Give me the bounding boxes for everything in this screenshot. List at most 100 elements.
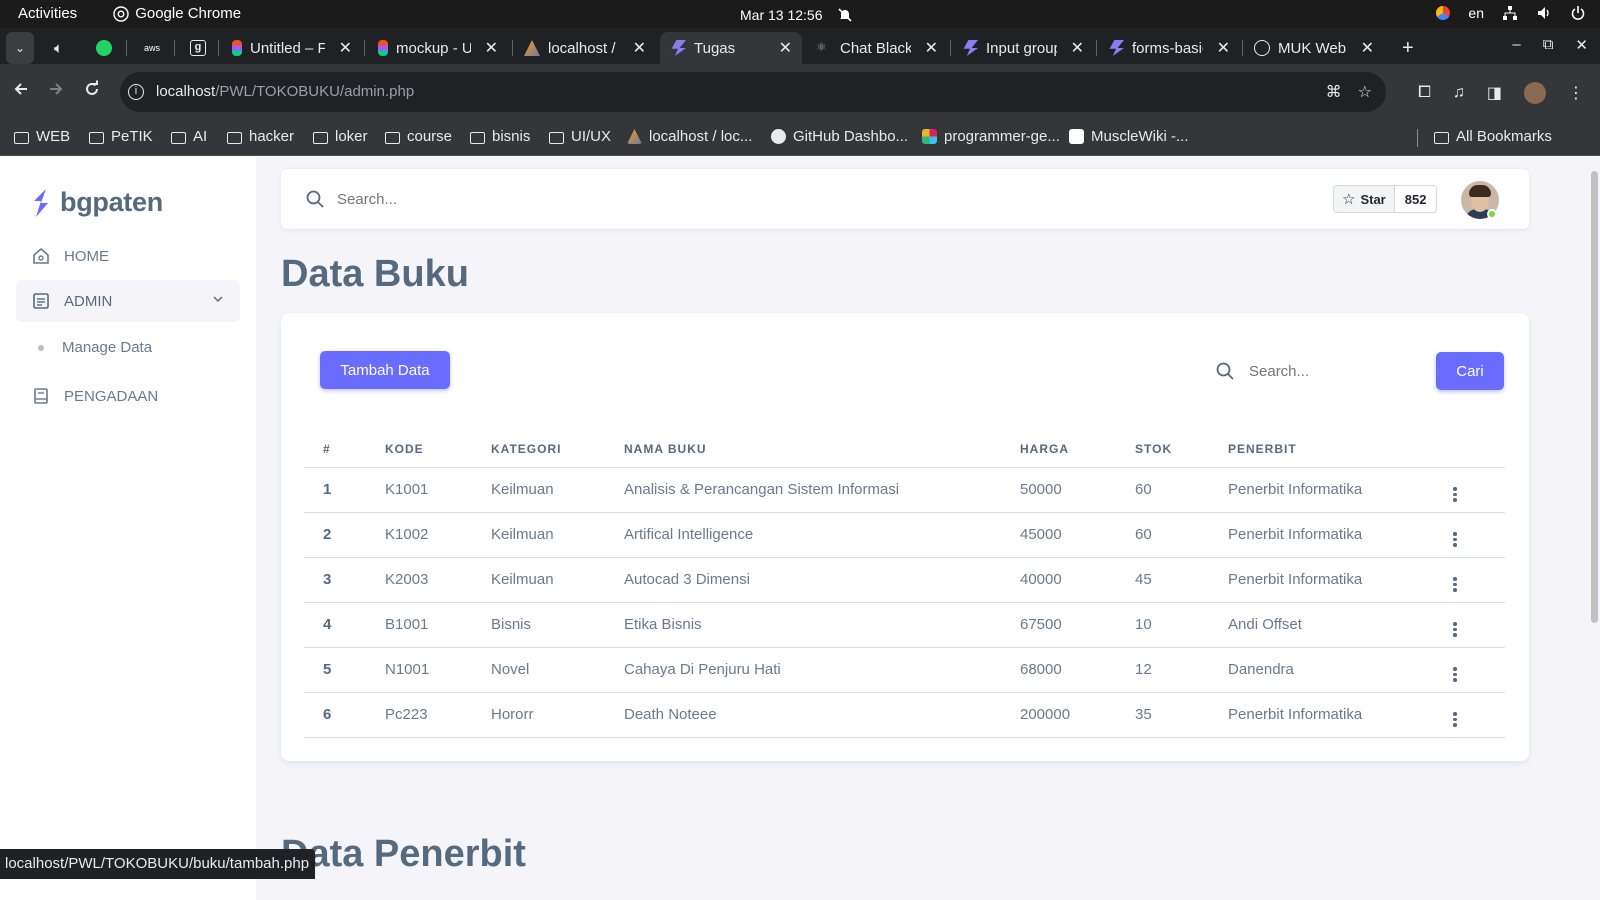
navbar-search-input[interactable] [337, 185, 577, 213]
more-menu-icon[interactable]: ⋮ [1568, 83, 1584, 103]
bookmark-github[interactable]: GitHub Dashbo... [771, 128, 908, 145]
tab-search-button[interactable]: ⌄ [6, 32, 34, 64]
tab-g[interactable]: g [180, 32, 216, 64]
more-vertical-icon[interactable] [1453, 532, 1457, 547]
close-icon[interactable]: ✕ [1071, 38, 1084, 58]
sidebar-item-label: PENGADAAN [64, 387, 159, 405]
bookmark-folder-course[interactable]: course [385, 128, 452, 145]
bookmark-folder-hacker[interactable]: hacker [227, 128, 294, 145]
close-icon[interactable]: ✕ [485, 38, 498, 58]
bookmark-musclewiki[interactable]: MuscleWiki -... [1069, 128, 1189, 145]
clock[interactable]: Mar 13 12:56 [740, 7, 853, 23]
sidebar-item-label: HOME [64, 247, 109, 265]
page-scrollbar[interactable] [1588, 157, 1600, 900]
network-icon[interactable] [1502, 5, 1518, 21]
tab-input-group[interactable]: Input group ✕ [952, 32, 1094, 64]
bookmarks-bar: WEB PeTIK AI hacker loker course bisnis … [0, 120, 1600, 156]
language-indicator[interactable]: en [1468, 5, 1484, 21]
sidebar-item-admin[interactable]: ADMIN [16, 280, 240, 322]
bookmark-star-icon[interactable]: ☆ [1358, 82, 1372, 102]
site-info-icon[interactable]: i [128, 84, 144, 100]
tab-forms-basic[interactable]: forms-basic ✕ [1098, 32, 1240, 64]
translate-icon[interactable]: ⌘ [1326, 82, 1342, 102]
column-header[interactable]: STOK [1135, 431, 1228, 468]
book-search-input[interactable] [1249, 357, 1429, 385]
close-icon[interactable]: ✕ [1361, 38, 1374, 58]
star-count[interactable]: 852 [1394, 186, 1437, 212]
app-menu[interactable]: Google Chrome [113, 5, 241, 22]
tab-chat-blackbox[interactable]: ⚛ Chat Blackb ✕ [806, 32, 948, 64]
table-row: 1 K1001 Keilmuan Analisis & Perancangan Sis… [304, 467, 1505, 513]
add-data-button[interactable]: Tambah Data [320, 351, 450, 389]
search-button[interactable]: Cari [1436, 352, 1504, 390]
bookmark-folder-petik[interactable]: PeTIK [89, 128, 153, 145]
more-vertical-icon[interactable] [1453, 667, 1457, 682]
tab-muk-web[interactable]: MUK Web ✕ [1244, 32, 1384, 64]
bookmark-folder-bisnis[interactable]: bisnis [470, 128, 530, 145]
back-button[interactable] [12, 80, 30, 103]
book-title: Autocad 3 Dimensi [624, 557, 1020, 603]
search-icon [1216, 362, 1234, 380]
bookmark-all-bookmarks[interactable]: All Bookmarks [1434, 128, 1552, 145]
column-header[interactable]: HARGA [1020, 431, 1135, 468]
bookmark-localhost[interactable]: localhost / loc... [627, 128, 752, 145]
sidebar-item-home[interactable]: HOME [16, 235, 240, 277]
close-icon[interactable]: ✕ [925, 38, 938, 58]
bookmark-programmer-generator[interactable]: programmer-ge... [922, 128, 1060, 145]
extensions-icon[interactable]: ⧠ [1418, 84, 1431, 102]
tab-mockup[interactable]: mockup - U ✕ [368, 32, 508, 64]
more-vertical-icon[interactable] [1453, 577, 1457, 592]
new-tab-button[interactable]: + [1392, 32, 1420, 64]
address-bar[interactable]: i localhost/PWL/TOKOBUKU/admin.php ⌘ ☆ [120, 72, 1386, 112]
tab-pinned-audio[interactable]: 🔈︎ [44, 32, 76, 64]
column-header[interactable]: NAMA BUKU [624, 431, 1020, 468]
column-header[interactable]: PENERBIT [1228, 431, 1453, 468]
profile-avatar[interactable] [1524, 82, 1546, 104]
more-vertical-icon[interactable] [1453, 487, 1457, 502]
close-icon[interactable]: ✕ [1217, 38, 1230, 58]
brand[interactable]: bgpaten [30, 187, 163, 218]
power-icon[interactable] [1570, 5, 1586, 21]
side-panel-icon[interactable]: ◨ [1487, 83, 1502, 103]
tab-untitled[interactable]: Untitled – F ✕ [222, 32, 362, 64]
close-icon[interactable]: ✕ [633, 38, 646, 58]
url-text[interactable]: localhost/PWL/TOKOBUKU/admin.php [156, 83, 414, 100]
github-star-widget[interactable]: ☆ Star 852 [1333, 185, 1438, 213]
reload-button[interactable] [83, 80, 101, 103]
bookmark-folder-ai[interactable]: AI [171, 128, 207, 145]
scrollbar-thumb[interactable] [1591, 171, 1598, 623]
bookmark-folder-loker[interactable]: loker [313, 128, 368, 145]
forward-button[interactable] [47, 80, 65, 103]
volume-icon[interactable] [1536, 5, 1552, 21]
more-vertical-icon[interactable] [1453, 622, 1457, 637]
book-price: 67500 [1020, 602, 1135, 648]
close-window-icon[interactable]: ✕ [1575, 36, 1588, 54]
sidebar-subitem-manage-data[interactable]: Manage Data [38, 339, 152, 356]
sidebar-item-pengadaan[interactable]: PENGADAAN [16, 375, 240, 417]
browser-toolbar: i localhost/PWL/TOKOBUKU/admin.php ⌘ ☆ ⧠… [0, 64, 1600, 120]
bookmark-folder-web[interactable]: WEB [14, 128, 70, 145]
minimize-icon[interactable]: – [1512, 36, 1520, 54]
row-actions-cell [1453, 647, 1505, 693]
tab-tugas[interactable]: Tugas ✕ [660, 32, 802, 64]
activities-button[interactable]: Activities [18, 5, 77, 22]
bookmark-folder-uiux[interactable]: UI/UX [549, 128, 611, 145]
book-stock: 60 [1135, 512, 1228, 558]
column-header[interactable]: KODE [385, 431, 491, 468]
column-header[interactable]: KATEGORI [491, 431, 624, 468]
more-vertical-icon[interactable] [1453, 712, 1457, 727]
tab-localhost[interactable]: localhost / ✕ [514, 32, 656, 64]
media-controls-icon[interactable]: ♫ [1453, 84, 1465, 102]
github-star-button[interactable]: ☆ Star [1334, 186, 1395, 212]
close-icon[interactable]: ✕ [779, 38, 792, 58]
musclewiki-icon [1069, 129, 1084, 144]
close-icon[interactable]: ✕ [339, 38, 352, 58]
book-code: B1001 [385, 602, 491, 648]
chevron-down-icon: ⌄ [14, 41, 26, 55]
tab-aws[interactable]: aws [134, 32, 170, 64]
restore-icon[interactable]: ⧉ [1543, 36, 1554, 54]
book-price: 68000 [1020, 647, 1135, 693]
color-picker-icon[interactable] [1436, 6, 1451, 20]
tab-whatsapp[interactable] [86, 32, 122, 64]
row-actions-cell [1453, 467, 1505, 513]
